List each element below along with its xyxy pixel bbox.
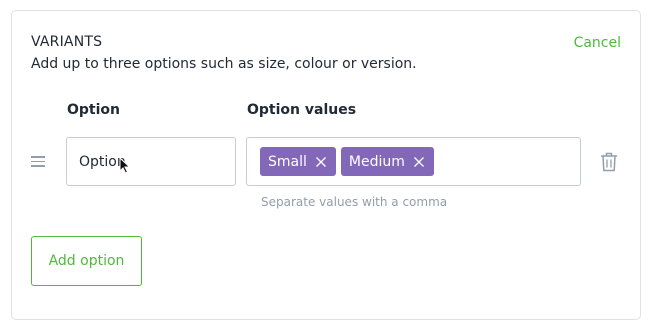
option-column-label: Option <box>67 102 120 118</box>
close-icon[interactable] <box>314 155 328 169</box>
option-values-field[interactable]: Small Medium <box>246 137 617 186</box>
trash-icon[interactable] <box>600 152 618 172</box>
cancel-link[interactable]: Cancel <box>574 34 621 52</box>
option-values-hint: Separate values with a comma <box>261 195 448 209</box>
option-values-input[interactable] <box>438 146 617 177</box>
option-values-column-label: Option values <box>247 102 357 118</box>
drag-handle-icon[interactable] <box>31 156 45 167</box>
close-icon[interactable] <box>412 155 426 169</box>
tag-label: Medium <box>348 153 405 170</box>
section-description: Add up to three options such as size, co… <box>31 56 417 72</box>
add-option-button[interactable]: Add option <box>31 236 142 286</box>
option-name-input[interactable] <box>66 137 236 186</box>
section-title: VARIANTS <box>31 34 103 50</box>
option-value-tag: Small <box>260 147 336 176</box>
option-value-tag: Medium <box>340 147 434 176</box>
tag-label: Small <box>268 153 307 170</box>
